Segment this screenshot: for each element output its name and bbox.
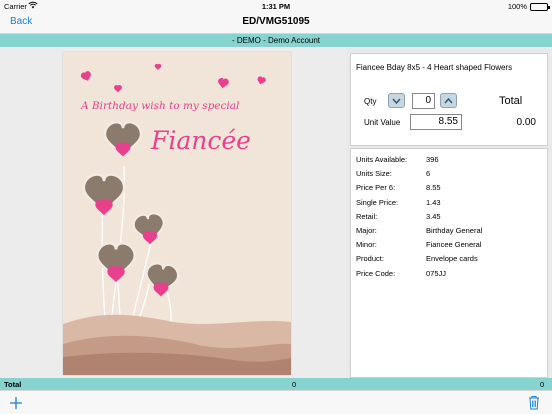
totals-bar: Total 0 0 [0, 378, 552, 390]
detail-label: Price Per 6: [356, 183, 396, 193]
battery-icon [530, 2, 550, 11]
trash-icon [529, 396, 539, 410]
qty-label: Qty [364, 97, 377, 106]
chevron-up-icon [444, 97, 453, 103]
bottom-toolbar [0, 390, 552, 414]
total-label: Total [499, 95, 523, 107]
total-value: 0.00 [516, 117, 536, 128]
detail-label: Single Price: [356, 197, 399, 207]
chevron-down-icon [392, 98, 401, 104]
detail-value: 8.55 [426, 183, 441, 193]
decorative-hearts [79, 63, 267, 93]
order-panel: Fiancee Bday 8x5 - 4 Heart shaped Flower… [350, 53, 548, 146]
clock: 1:31 PM [261, 2, 291, 11]
card-text-line1: A Birthday wish to my special [80, 100, 239, 112]
qty-decrement-button[interactable] [388, 93, 405, 108]
detail-label: Retail: [356, 211, 378, 221]
unit-value-input[interactable]: 8.55 [410, 114, 462, 130]
detail-label: Price Code: [356, 268, 396, 278]
account-banner: - DEMO - Demo Account [0, 34, 552, 47]
detail-value: Fiancee General [426, 240, 482, 250]
card-preview-area: A Birthday wish to my special Fiancée [0, 47, 347, 378]
qty-increment-button[interactable] [440, 93, 457, 108]
detail-label: Units Available: [356, 155, 408, 164]
battery-percent: 100% [507, 2, 527, 11]
detail-value: Birthday General [426, 226, 483, 235]
totals-label: Total [4, 380, 22, 389]
totals-count: 0 [292, 380, 297, 389]
detail-value: 396 [426, 155, 439, 164]
detail-value: Envelope cards [426, 254, 478, 264]
page-title: ED/VMG51095 [242, 16, 310, 27]
card-image: A Birthday wish to my special Fiancée [63, 52, 291, 375]
detail-label: Minor: [356, 240, 377, 250]
card-text-line2: Fiancée [150, 126, 251, 155]
qty-input[interactable]: 0 [412, 93, 435, 109]
detail-value: 6 [426, 169, 431, 179]
detail-label: Major: [356, 226, 377, 235]
totals-amount: 0 [540, 380, 545, 389]
status-bar: Carrier 1:31 PM 100% [0, 0, 552, 12]
delete-button[interactable] [528, 395, 540, 414]
detail-value: 1.43 [426, 197, 441, 207]
unit-value-label: Unit Value [364, 118, 401, 127]
product-name: Fiancee Bday 8x5 - 4 Heart shaped Flower… [356, 63, 513, 72]
navigation-bar: Back ED/VMG51095 [0, 12, 552, 34]
add-button[interactable] [9, 392, 23, 414]
detail-label: Units Size: [356, 169, 392, 179]
detail-value: 3.45 [426, 211, 441, 221]
detail-value: 075JJ [426, 268, 447, 278]
plus-icon [10, 397, 22, 409]
detail-label: Product: [356, 254, 384, 264]
product-details-panel: Units Available: 396 Units Size: 6 Price Per… [350, 148, 548, 378]
